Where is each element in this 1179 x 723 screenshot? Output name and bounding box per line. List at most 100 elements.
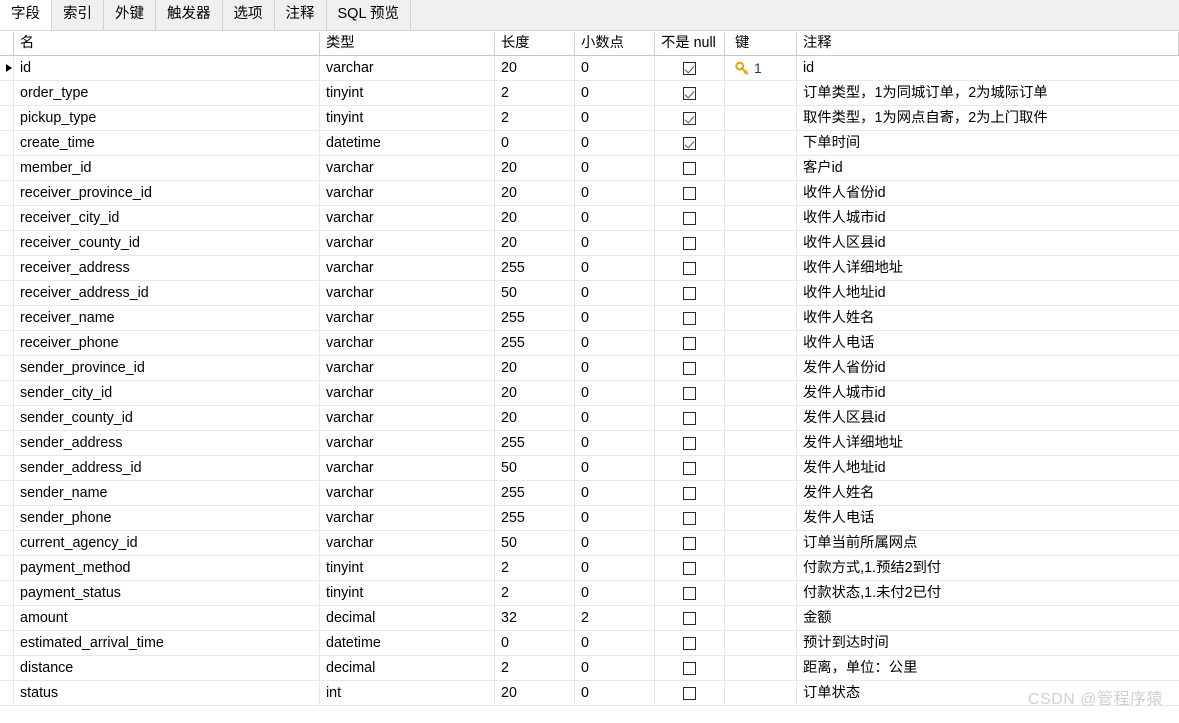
cell-key[interactable] [725, 306, 797, 330]
row-marker-cell[interactable] [0, 306, 14, 330]
checkbox-unchecked-icon[interactable] [683, 411, 696, 425]
cell-not-null[interactable] [655, 431, 725, 455]
row-marker-cell[interactable] [0, 56, 14, 80]
table-row[interactable]: payment_status tinyint 2 0 付款状态,1.未付2已付 [0, 581, 1179, 606]
cell-field-comment[interactable]: 收件人省份id [797, 181, 1179, 205]
cell-field-length[interactable]: 50 [495, 456, 575, 480]
table-row[interactable]: status int 20 0 订单状态 [0, 681, 1179, 706]
column-header-name[interactable]: 名 [14, 32, 320, 55]
cell-field-decimals[interactable]: 0 [575, 56, 655, 80]
cell-field-name[interactable]: receiver_address_id [14, 281, 320, 305]
cell-key[interactable] [725, 356, 797, 380]
cell-field-decimals[interactable]: 0 [575, 306, 655, 330]
row-marker-cell[interactable] [0, 681, 14, 705]
cell-field-comment[interactable]: 收件人地址id [797, 281, 1179, 305]
cell-not-null[interactable] [655, 56, 725, 80]
cell-field-length[interactable]: 20 [495, 681, 575, 705]
column-header-key[interactable]: 键 [725, 32, 797, 55]
cell-field-name[interactable]: current_agency_id [14, 531, 320, 555]
tab-4[interactable]: 选项 [222, 0, 275, 30]
cell-field-length[interactable]: 20 [495, 56, 575, 80]
row-marker-cell[interactable] [0, 606, 14, 630]
cell-not-null[interactable] [655, 581, 725, 605]
cell-field-length[interactable]: 20 [495, 356, 575, 380]
row-marker-cell[interactable] [0, 381, 14, 405]
cell-not-null[interactable] [655, 331, 725, 355]
row-marker-cell[interactable] [0, 331, 14, 355]
table-row[interactable]: receiver_county_id varchar 20 0 收件人区县id [0, 231, 1179, 256]
cell-key[interactable] [725, 581, 797, 605]
cell-field-decimals[interactable]: 0 [575, 381, 655, 405]
cell-not-null[interactable] [655, 531, 725, 555]
cell-key[interactable] [725, 606, 797, 630]
cell-field-type[interactable]: decimal [320, 656, 495, 680]
cell-field-name[interactable]: amount [14, 606, 320, 630]
checkbox-unchecked-icon[interactable] [683, 286, 696, 300]
cell-field-decimals[interactable]: 0 [575, 331, 655, 355]
cell-field-length[interactable]: 20 [495, 381, 575, 405]
cell-field-comment[interactable]: 收件人姓名 [797, 306, 1179, 330]
cell-key[interactable] [725, 106, 797, 130]
checkbox-unchecked-icon[interactable] [683, 186, 696, 200]
cell-field-decimals[interactable]: 0 [575, 481, 655, 505]
row-marker-cell[interactable] [0, 356, 14, 380]
cell-field-decimals[interactable]: 0 [575, 156, 655, 180]
cell-field-decimals[interactable]: 0 [575, 81, 655, 105]
table-row[interactable]: receiver_name varchar 255 0 收件人姓名 [0, 306, 1179, 331]
cell-field-decimals[interactable]: 0 [575, 281, 655, 305]
table-row[interactable]: pickup_type tinyint 2 0 取件类型，1为网点自寄，2为上门取件 [0, 106, 1179, 131]
cell-field-type[interactable]: datetime [320, 131, 495, 155]
checkbox-unchecked-icon[interactable] [683, 261, 696, 275]
table-row[interactable]: amount decimal 32 2 金额 [0, 606, 1179, 631]
table-row[interactable]: sender_province_id varchar 20 0 发件人省份id [0, 356, 1179, 381]
cell-field-length[interactable]: 2 [495, 81, 575, 105]
checkbox-unchecked-icon[interactable] [683, 686, 696, 700]
table-row[interactable]: sender_county_id varchar 20 0 发件人区县id [0, 406, 1179, 431]
cell-field-name[interactable]: distance [14, 656, 320, 680]
cell-not-null[interactable] [655, 406, 725, 430]
cell-field-comment[interactable]: id [797, 56, 1179, 80]
row-marker-cell[interactable] [0, 581, 14, 605]
tab-0[interactable]: 字段 [0, 0, 52, 30]
row-marker-cell[interactable] [0, 206, 14, 230]
cell-field-type[interactable]: varchar [320, 481, 495, 505]
cell-field-comment[interactable]: 距离，单位：公里 [797, 656, 1179, 680]
cell-field-type[interactable]: varchar [320, 456, 495, 480]
checkbox-unchecked-icon[interactable] [683, 486, 696, 500]
cell-field-type[interactable]: tinyint [320, 556, 495, 580]
cell-field-type[interactable]: varchar [320, 281, 495, 305]
cell-not-null[interactable] [655, 506, 725, 530]
table-row[interactable]: current_agency_id varchar 50 0 订单当前所属网点 [0, 531, 1179, 556]
cell-field-type[interactable]: varchar [320, 331, 495, 355]
cell-not-null[interactable] [655, 281, 725, 305]
cell-field-length[interactable]: 50 [495, 281, 575, 305]
cell-field-length[interactable]: 20 [495, 406, 575, 430]
cell-key[interactable] [725, 456, 797, 480]
row-marker-cell[interactable] [0, 231, 14, 255]
cell-field-comment[interactable]: 收件人城市id [797, 206, 1179, 230]
cell-not-null[interactable] [655, 481, 725, 505]
cell-field-decimals[interactable]: 0 [575, 656, 655, 680]
table-row[interactable]: sender_address_id varchar 50 0 发件人地址id [0, 456, 1179, 481]
cell-field-comment[interactable]: 客户id [797, 156, 1179, 180]
table-row[interactable]: id varchar 20 0 1 id [0, 56, 1179, 81]
checkbox-unchecked-icon[interactable] [683, 336, 696, 350]
cell-field-type[interactable]: tinyint [320, 106, 495, 130]
cell-key[interactable] [725, 531, 797, 555]
checkbox-unchecked-icon[interactable] [683, 561, 696, 575]
checkbox-unchecked-icon[interactable] [683, 586, 696, 600]
cell-field-comment[interactable]: 发件人区县id [797, 406, 1179, 430]
cell-field-type[interactable]: varchar [320, 206, 495, 230]
cell-field-type[interactable]: decimal [320, 606, 495, 630]
cell-field-length[interactable]: 2 [495, 106, 575, 130]
cell-field-type[interactable]: datetime [320, 631, 495, 655]
cell-field-comment[interactable]: 付款方式,1.预结2到付 [797, 556, 1179, 580]
checkbox-unchecked-icon[interactable] [683, 536, 696, 550]
cell-not-null[interactable] [655, 231, 725, 255]
row-marker-cell[interactable] [0, 481, 14, 505]
cell-field-decimals[interactable]: 0 [575, 556, 655, 580]
cell-not-null[interactable] [655, 456, 725, 480]
cell-key[interactable] [725, 381, 797, 405]
cell-field-length[interactable]: 2 [495, 581, 575, 605]
row-marker-cell[interactable] [0, 406, 14, 430]
